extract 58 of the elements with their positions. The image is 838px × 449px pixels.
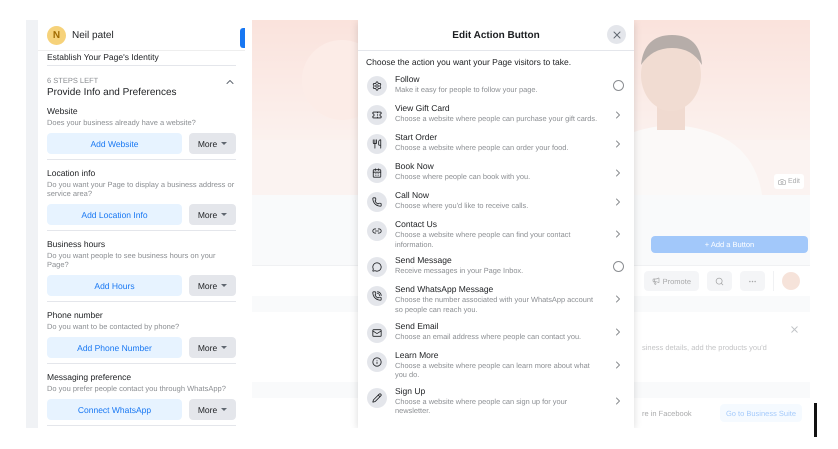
caret-icon [221,142,228,145]
close-icon[interactable] [789,324,800,335]
phone-call-icon [367,286,387,306]
close-icon [610,28,622,40]
side-tab[interactable] [240,28,245,48]
caret-icon [221,284,228,287]
search-icon [715,276,724,286]
megaphone-icon [652,277,660,285]
more-button[interactable]: More [189,204,236,225]
profile-name: Neil patel [72,30,114,40]
chat-bubble-icon [367,257,387,278]
dialog-title: Edit Action Button [452,30,540,40]
phone-icon [367,192,387,212]
caret-icon [221,408,228,411]
caret-icon [221,346,228,349]
caret-icon [221,213,228,216]
task-title: Phone number [47,310,104,320]
task-title: Business hours [47,239,106,249]
action-title[interactable]: Start Order [395,132,602,142]
section-title: Establish Your Page's Identity [47,51,236,66]
add-button[interactable]: Add Location Info [47,204,182,225]
radio-button[interactable] [612,261,624,272]
ticket-icon [367,105,387,125]
cursor-bar [814,403,817,437]
more-button[interactable]: More [189,133,236,154]
dialog-prompt: Choose the action you want your Page visitors to take. [365,56,572,69]
info-icon [367,352,387,372]
envelope-icon [367,322,387,342]
more-button[interactable]: More [189,275,236,296]
action-title[interactable]: Follow [395,74,602,84]
camera-icon [778,178,786,186]
task-title: Messaging preference [47,372,132,382]
action-title[interactable]: Book Now [395,161,602,171]
section-title: Provide Info and Preferences [47,87,177,98]
action-title[interactable]: Call Now [395,190,602,200]
task-title: Location info [47,168,96,178]
action-title[interactable]: Learn More [395,350,602,360]
task-title: Website [47,106,79,116]
add-button[interactable]: Connect WhatsApp [47,399,182,420]
add-button[interactable]: Add Website [47,133,182,154]
action-title[interactable]: Send Message [395,255,602,266]
utensils-icon [367,134,387,154]
add-button[interactable]: Add Hours [47,275,182,296]
radio-button[interactable] [612,80,624,91]
pencil-icon [367,388,387,408]
more-button[interactable]: More [189,399,236,420]
add-button[interactable]: Add Phone Number [47,337,182,358]
action-title[interactable]: Sign Up [395,386,602,396]
action-title[interactable]: Send Email [395,320,602,330]
more-button[interactable]: More [189,337,236,358]
calendar-icon [367,163,387,183]
action-title[interactable]: View Gift Card [395,103,602,113]
action-title[interactable]: Send WhatsApp Message [395,284,602,294]
action-title[interactable]: Contact Us [395,219,602,229]
link-icon [367,221,387,241]
gear-icon [367,76,387,96]
close-button[interactable] [607,25,626,44]
search-button[interactable] [707,271,732,291]
